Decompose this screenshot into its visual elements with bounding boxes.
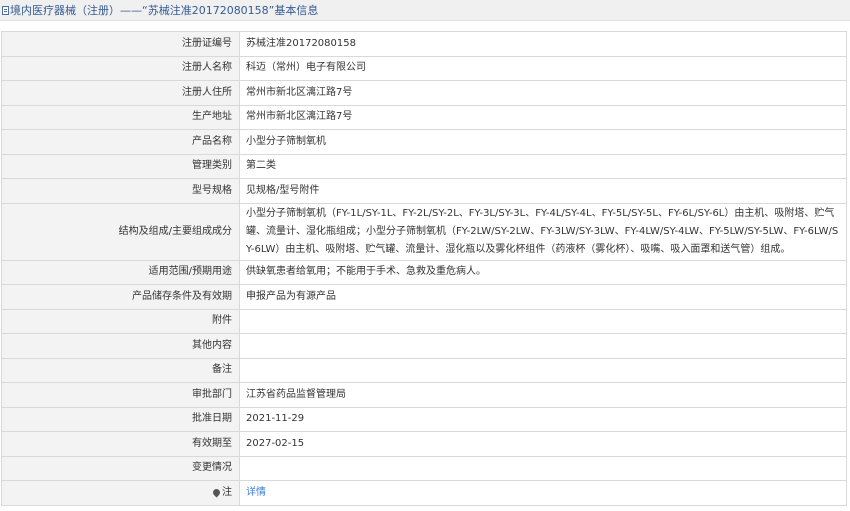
table-row: 注册人住所 常州市新北区漓江路7号 (1, 80, 847, 106)
field-value (239, 308, 847, 334)
table-row: 结构及组成/主要组成成分 小型分子筛制氧机（FY-1L/SY-1L、FY-2L/… (1, 202, 847, 261)
field-label: 备注 (1, 357, 240, 383)
field-label: 有效期至 (1, 431, 240, 457)
table-row: 审批部门 江苏省药品监督管理局 (1, 382, 847, 408)
note-label-cell: 注 (1, 480, 240, 506)
field-value: 申报产品为有源产品 (239, 284, 847, 310)
field-label: 审批部门 (1, 382, 240, 408)
table-row: 备注 (1, 357, 847, 383)
table-row: 有效期至 2027-02-15 (1, 431, 847, 457)
details-link[interactable]: 详情 (246, 487, 266, 498)
field-value (239, 333, 847, 359)
field-value: 第二类 (239, 153, 847, 179)
field-label: 变更情况 (1, 455, 240, 481)
field-label: 产品名称 (1, 129, 240, 155)
table-row: 生产地址 常州市新北区漓江路7号 (1, 104, 847, 130)
table-row: 附件 (1, 308, 847, 334)
table-row: 批准日期 2021-11-29 (1, 406, 847, 432)
field-value: 2021-11-29 (239, 406, 847, 432)
table-row: 产品名称 小型分子筛制氧机 (1, 129, 847, 155)
field-value: 小型分子筛制氧机 (239, 129, 847, 155)
document-icon (2, 5, 9, 15)
field-label: 型号规格 (1, 178, 240, 204)
basic-info-table: 注册证编号 苏械注准20172080158 注册人名称 科迈（常州）电子有限公司… (1, 31, 847, 506)
field-value (239, 357, 847, 383)
field-label: 附件 (1, 308, 240, 334)
field-value: 小型分子筛制氧机（FY-1L/SY-1L、FY-2L/SY-2L、FY-3L/S… (239, 202, 847, 261)
table-row: 变更情况 (1, 455, 847, 481)
page-title-bar: 境内医疗器械（注册）——“苏械注准20172080158”基本信息 (0, 0, 850, 21)
field-value: 供缺氧患者给氧用；不能用于手术、急救及重危病人。 (239, 259, 847, 285)
field-label: 产品储存条件及有效期 (1, 284, 240, 310)
field-label: 注册人名称 (1, 55, 240, 81)
field-value: 江苏省药品监督管理局 (239, 382, 847, 408)
field-label: 其他内容 (1, 333, 240, 359)
note-label: 注 (222, 486, 232, 498)
table-row: 产品储存条件及有效期 申报产品为有源产品 (1, 284, 847, 310)
field-label: 注册人住所 (1, 80, 240, 106)
field-label: 注册证编号 (1, 31, 240, 57)
field-label: 结构及组成/主要组成成分 (1, 202, 240, 261)
table-row: 型号规格 见规格/型号附件 (1, 178, 847, 204)
page-title: 境内医疗器械（注册）——“苏械注准20172080158”基本信息 (10, 4, 319, 17)
table-row: 注册人名称 科迈（常州）电子有限公司 (1, 55, 847, 81)
note-row: 注 详情 (1, 480, 847, 506)
table-row: 注册证编号 苏械注准20172080158 (1, 31, 847, 57)
field-value: 科迈（常州）电子有限公司 (239, 55, 847, 81)
field-value (239, 455, 847, 481)
field-label: 管理类别 (1, 153, 240, 179)
field-value: 2027-02-15 (239, 431, 847, 457)
pin-icon (211, 487, 222, 498)
table-row: 管理类别 第二类 (1, 153, 847, 179)
field-value: 常州市新北区漓江路7号 (239, 80, 847, 106)
field-label: 适用范围/预期用途 (1, 259, 240, 285)
table-row: 其他内容 (1, 333, 847, 359)
note-value-cell: 详情 (239, 480, 847, 506)
field-value: 见规格/型号附件 (239, 178, 847, 204)
field-label: 批准日期 (1, 406, 240, 432)
field-value: 常州市新北区漓江路7号 (239, 104, 847, 130)
table-row: 适用范围/预期用途 供缺氧患者给氧用；不能用于手术、急救及重危病人。 (1, 259, 847, 285)
field-value: 苏械注准20172080158 (239, 31, 847, 57)
field-label: 生产地址 (1, 104, 240, 130)
